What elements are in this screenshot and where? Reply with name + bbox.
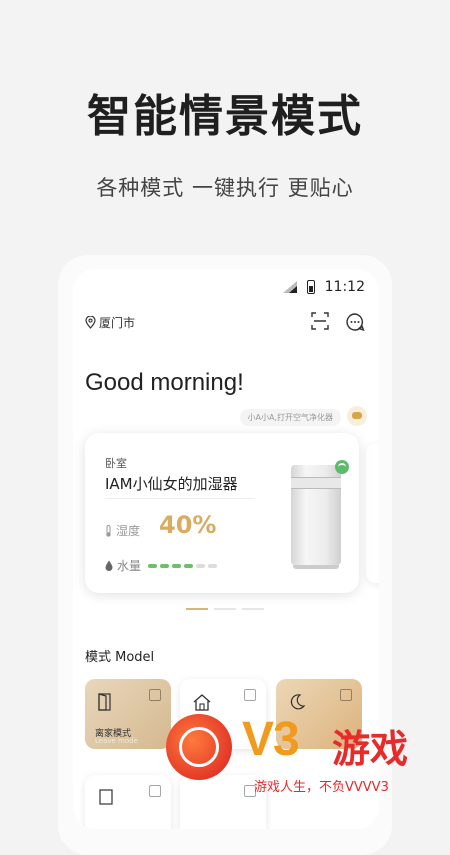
water-label: 水量 (105, 557, 141, 574)
watermark-logo-icon (166, 714, 232, 780)
signal-icon (282, 281, 297, 293)
divider (105, 498, 255, 499)
water-level-dot (196, 564, 205, 568)
water-level-indicator (148, 564, 217, 568)
headline: 智能情景模式 (87, 91, 363, 142)
status-bar: 11:12 (282, 279, 365, 295)
assistant-prompt[interactable]: 小A小A,打开空气净化器 (239, 409, 341, 426)
watermark: V3 游戏 游戏人生，不负VVVV3 (160, 700, 450, 800)
water-level-dot (148, 564, 157, 568)
location-pin-icon (85, 316, 96, 329)
message-icon[interactable] (345, 312, 365, 332)
mode-sublabel: Leave mode (95, 737, 138, 745)
greeting: Good morning! (85, 369, 244, 396)
water-level-dot (184, 564, 193, 568)
water-drop-icon (105, 560, 113, 571)
humidifier-image (291, 465, 341, 569)
scan-icon[interactable] (311, 312, 329, 330)
watermark-brand: V3 (242, 713, 300, 766)
location-selector[interactable]: 厦门市 (85, 314, 135, 331)
section-title: 模式 Model (85, 650, 155, 665)
wifi-status-icon (335, 460, 349, 474)
device-name: IAM小仙女的加湿器 (105, 475, 238, 493)
watermark-slogan: 游戏人生，不负VVVV3 (254, 780, 389, 795)
water-level-dot (208, 564, 217, 568)
carousel-pager (186, 608, 264, 610)
status-time: 11:12 (324, 279, 365, 295)
battery-icon (306, 280, 315, 294)
device-room: 卧室 (105, 457, 127, 470)
subline: 各种模式 一键执行 更贴心 (96, 176, 354, 200)
next-device-card[interactable] (366, 443, 379, 583)
book-icon (99, 789, 113, 805)
pager-dot (186, 608, 208, 610)
humidity-label: 湿度 (105, 522, 140, 539)
pager-dot (214, 608, 236, 610)
mode-card-4[interactable] (85, 775, 171, 829)
location-label: 厦门市 (99, 316, 136, 330)
water-level-dot (160, 564, 169, 568)
device-card[interactable]: 卧室 IAM小仙女的加湿器 湿度 40% 水量 (85, 433, 359, 593)
water-level-dot (172, 564, 181, 568)
thermometer-icon (106, 524, 111, 537)
mode-card-leave[interactable]: 离家模式 Leave mode (85, 679, 171, 749)
watermark-brand-zh: 游戏 (332, 727, 409, 771)
humidity-value: 40% (159, 511, 217, 539)
assistant-robot-icon[interactable] (347, 406, 367, 426)
pager-dot (242, 608, 264, 610)
door-icon (98, 693, 111, 711)
